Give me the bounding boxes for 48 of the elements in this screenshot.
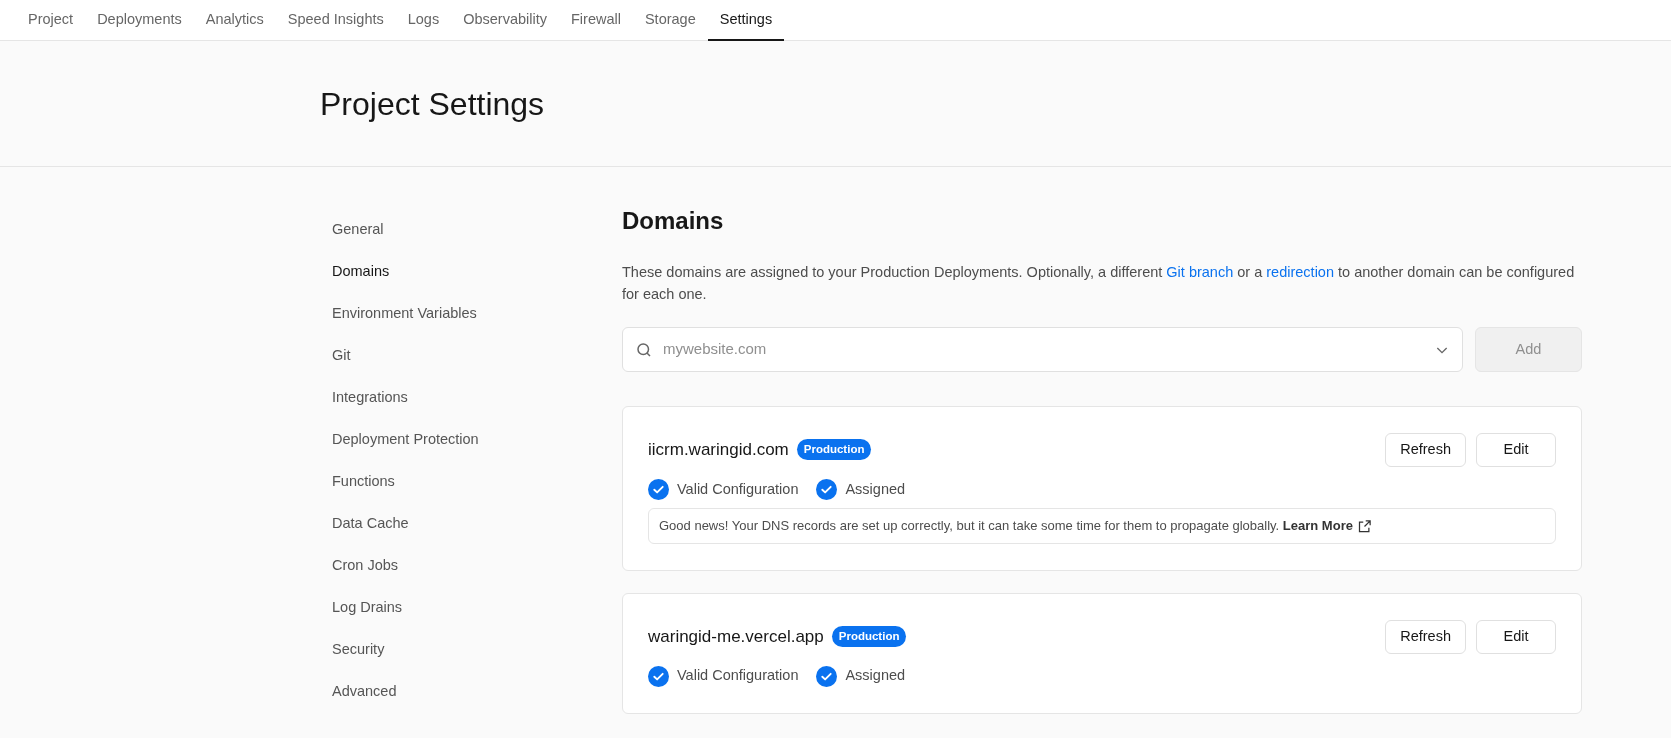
- domain-name[interactable]: waringid-me.vercel.app: [648, 623, 824, 650]
- sidebar-link[interactable]: Domains: [320, 251, 622, 293]
- sidebar-link[interactable]: Integrations: [320, 377, 622, 419]
- production-tag: Production: [831, 625, 907, 648]
- sidebar-link[interactable]: Log Drains: [320, 587, 622, 629]
- sidebar-link[interactable]: Environment Variables: [320, 293, 622, 335]
- status-label: Valid Configuration: [677, 666, 799, 686]
- search-icon: [635, 340, 653, 359]
- sidebar-link[interactable]: Cron Jobs: [320, 545, 622, 587]
- check-icon: [648, 478, 669, 500]
- nav-tab[interactable]: Logs: [395, 0, 452, 41]
- sidebar-link[interactable]: General: [320, 209, 622, 251]
- nav-tab[interactable]: Project: [16, 0, 86, 41]
- sidebar-link[interactable]: Deployment Protection: [320, 419, 622, 461]
- page-title: Project Settings: [320, 84, 545, 124]
- card-action-button[interactable]: Edit: [1476, 619, 1556, 654]
- git-branch-link[interactable]: Git branch: [1166, 264, 1234, 280]
- status-label: Assigned: [845, 666, 906, 686]
- redirection-link[interactable]: redirection: [1266, 264, 1334, 280]
- section-title: Domains: [622, 206, 725, 236]
- domain-text-input[interactable]: mywebsite.com: [663, 338, 1424, 361]
- status-label: Valid Configuration: [677, 479, 799, 499]
- nav-tab[interactable]: Settings: [707, 0, 785, 41]
- nav-tab[interactable]: Storage: [632, 0, 708, 41]
- production-tag: Production: [796, 439, 872, 461]
- check-icon: [648, 665, 669, 687]
- sidebar-link[interactable]: Security: [320, 629, 622, 671]
- domain-name[interactable]: iicrm.waringid.com: [648, 437, 789, 463]
- nav-tab[interactable]: Observability: [451, 0, 559, 41]
- check-icon: [816, 665, 838, 687]
- section-description: These domains are assigned to your Production Deployments. Optionally, a different Git branch or a redirection to another domain can be configured for each one.: [622, 263, 1576, 304]
- nav-tab[interactable]: Firewall: [559, 0, 633, 41]
- card-action-button[interactable]: Refresh: [1385, 433, 1466, 467]
- card-action-button[interactable]: Edit: [1476, 433, 1556, 467]
- sidebar-link[interactable]: Data Cache: [320, 503, 622, 545]
- sidebar-link[interactable]: Advanced: [320, 671, 622, 713]
- notice-text: Good news! Your DNS records are set up correctly, but it can take some time for them to propagate globally.: [659, 518, 1281, 534]
- status-label: Assigned: [845, 479, 906, 499]
- nav-tab[interactable]: Speed Insights: [275, 0, 396, 41]
- nav-tab[interactable]: Analytics: [193, 0, 276, 41]
- sidebar-link[interactable]: Git: [320, 335, 622, 377]
- nav-tab[interactable]: Deployments: [85, 0, 194, 41]
- check-icon: [816, 478, 838, 500]
- learn-more-link[interactable]: Learn More: [1282, 516, 1372, 536]
- external-link-icon: [1356, 518, 1372, 534]
- domain-combobox[interactable]: mywebsite.com: [622, 327, 1463, 372]
- card-action-button[interactable]: Refresh: [1385, 619, 1466, 654]
- sidebar-link[interactable]: Functions: [320, 461, 622, 503]
